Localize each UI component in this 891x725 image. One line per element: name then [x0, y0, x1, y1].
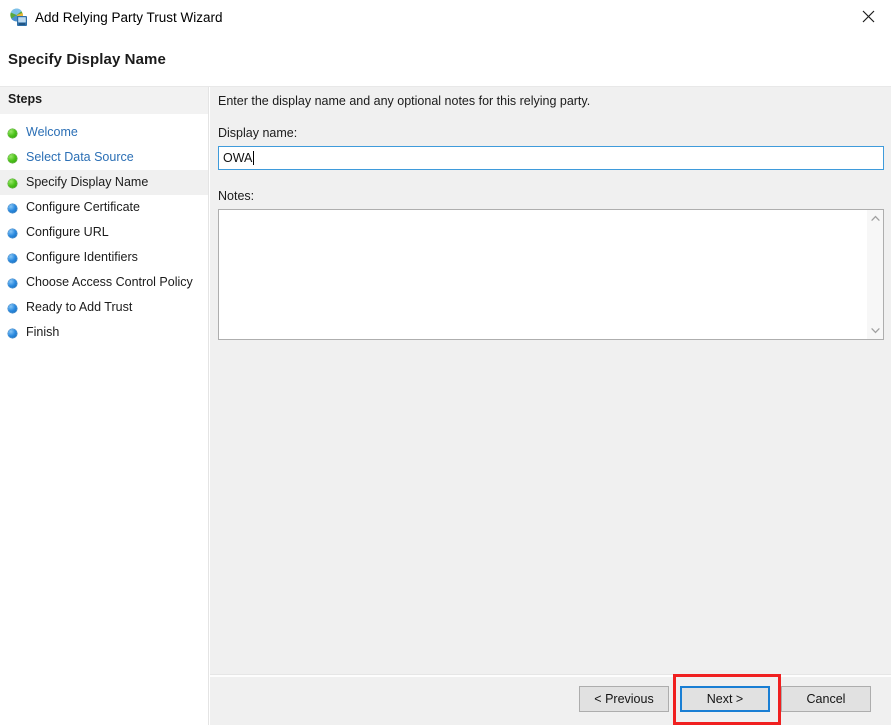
sidebar-item-label: Specify Display Name [26, 175, 149, 189]
step-status-bullet-icon [8, 229, 17, 238]
steps-header-label: Steps [8, 92, 43, 106]
chevron-up-icon [871, 215, 880, 222]
next-button[interactable]: Next > [680, 686, 770, 712]
step-status-bullet-icon [8, 154, 17, 163]
notes-textarea[interactable] [218, 209, 884, 340]
notes-label: Notes: [218, 189, 255, 203]
close-icon [862, 10, 875, 23]
previous-button[interactable]: < Previous [579, 686, 669, 712]
sidebar-item-select-data-source[interactable]: Select Data Source [0, 145, 208, 170]
step-status-bullet-icon [8, 279, 17, 288]
sidebar-item-configure-identifiers[interactable]: Configure Identifiers [0, 245, 208, 270]
steps-sidebar: Steps Welcome Select Data Source Specify… [0, 87, 209, 725]
sidebar-item-label: Select Data Source [26, 150, 134, 164]
step-status-bullet-icon [8, 179, 17, 188]
sidebar-item-welcome[interactable]: Welcome [0, 120, 208, 145]
notes-scrollbar[interactable] [866, 210, 883, 339]
page-title: Specify Display Name [8, 51, 166, 68]
step-status-bullet-icon [8, 254, 17, 263]
sidebar-item-choose-access-control-policy[interactable]: Choose Access Control Policy [0, 270, 208, 295]
notes-value[interactable] [219, 210, 866, 339]
scroll-down-button[interactable] [867, 322, 884, 339]
step-status-bullet-icon [8, 329, 17, 338]
chevron-down-icon [871, 327, 880, 334]
wizard-globe-icon [9, 8, 28, 27]
text-caret [253, 151, 255, 165]
sidebar-item-ready-to-add-trust[interactable]: Ready to Add Trust [0, 295, 208, 320]
sidebar-item-label: Configure Identifiers [26, 250, 138, 264]
title-bar: Add Relying Party Trust Wizard [0, 0, 891, 36]
window-title: Add Relying Party Trust Wizard [35, 10, 223, 25]
instruction-text: Enter the display name and any optional … [218, 94, 591, 108]
sidebar-item-label: Configure URL [26, 225, 109, 239]
wizard-footer: < Previous Next > Cancel [210, 676, 891, 725]
cancel-button[interactable]: Cancel [781, 686, 871, 712]
step-status-bullet-icon [8, 129, 17, 138]
display-name-value: OWA [223, 151, 253, 165]
close-button[interactable] [846, 0, 891, 33]
display-name-label: Display name: [218, 126, 298, 140]
step-status-bullet-icon [8, 304, 17, 313]
sidebar-item-label: Ready to Add Trust [26, 300, 133, 314]
sidebar-item-label: Welcome [26, 125, 78, 139]
steps-list: Welcome Select Data Source Specify Displ… [0, 120, 208, 345]
sidebar-item-configure-url[interactable]: Configure URL [0, 220, 208, 245]
sidebar-item-label: Finish [26, 325, 60, 339]
sidebar-item-label: Choose Access Control Policy [26, 275, 193, 289]
display-name-input[interactable]: OWA [218, 146, 884, 170]
scroll-up-button[interactable] [867, 210, 884, 227]
sidebar-item-label: Configure Certificate [26, 200, 140, 214]
sidebar-item-configure-certificate[interactable]: Configure Certificate [0, 195, 208, 220]
sidebar-item-specify-display-name[interactable]: Specify Display Name [0, 170, 208, 195]
sidebar-item-finish[interactable]: Finish [0, 320, 208, 345]
content-panel: Enter the display name and any optional … [210, 87, 891, 725]
step-status-bullet-icon [8, 204, 17, 213]
